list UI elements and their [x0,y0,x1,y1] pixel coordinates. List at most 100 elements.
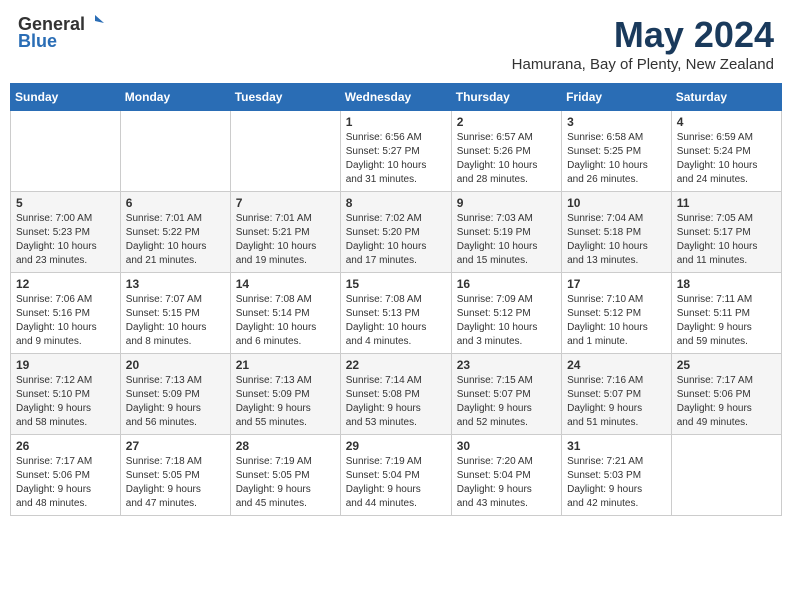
column-header-tuesday: Tuesday [230,84,340,111]
day-info: Sunrise: 7:19 AM Sunset: 5:04 PM Dayligh… [346,455,446,511]
day-number: 26 [16,439,115,453]
day-number: 24 [567,358,666,372]
day-info: Sunrise: 7:17 AM Sunset: 5:06 PM Dayligh… [16,455,115,511]
month-title: May 2024 [512,14,774,56]
day-info: Sunrise: 7:06 AM Sunset: 5:16 PM Dayligh… [16,293,115,349]
calendar-cell: 2Sunrise: 6:57 AM Sunset: 5:26 PM Daylig… [451,111,561,192]
day-info: Sunrise: 6:56 AM Sunset: 5:27 PM Dayligh… [346,131,446,187]
day-info: Sunrise: 7:04 AM Sunset: 5:18 PM Dayligh… [567,212,666,268]
calendar-cell: 13 Sunrise: 7:07 AM Sunset: 5:15 PM Dayli… [120,273,230,354]
day-number: 13 [126,277,225,291]
day-info: Sunrise: 7:14 AM Sunset: 5:08 PM Dayligh… [346,374,446,430]
day-number: 25 [677,358,776,372]
day-number: 21 [236,358,335,372]
calendar-cell: 29 Sunrise: 7:19 AM Sunset: 5:04 PM Dayli… [340,435,451,516]
day-info: Sunrise: 7:05 AM Sunset: 5:17 PM Dayligh… [677,212,776,268]
day-number: 4 [677,115,776,129]
day-number: 31 [567,439,666,453]
column-header-monday: Monday [120,84,230,111]
day-info: Sunrise: 7:13 AM Sunset: 5:09 PM Dayligh… [126,374,225,430]
calendar-cell: 8 Sunrise: 7:02 AM Sunset: 5:20 PM Daylig… [340,192,451,273]
day-number: 15 [346,277,446,291]
day-number: 30 [457,439,556,453]
calendar-cell: 17 Sunrise: 7:10 AM Sunset: 5:12 PM Dayli… [562,273,672,354]
calendar-cell: 6 Sunrise: 7:01 AM Sunset: 5:22 PM Daylig… [120,192,230,273]
day-info: Sunrise: 7:20 AM Sunset: 5:04 PM Dayligh… [457,455,556,511]
day-number: 7 [236,196,335,210]
calendar-cell: 20 Sunrise: 7:13 AM Sunset: 5:09 PM Dayli… [120,354,230,435]
calendar-cell: 12 Sunrise: 7:06 AM Sunset: 5:16 PM Dayli… [11,273,121,354]
day-number: 9 [457,196,556,210]
day-number: 27 [126,439,225,453]
location-text: Hamurana, Bay of Plenty, New Zealand [512,56,774,73]
day-info: Sunrise: 7:01 AM Sunset: 5:22 PM Dayligh… [126,212,225,268]
calendar-cell: 28Sunrise: 7:19 AM Sunset: 5:05 PM Dayli… [230,435,340,516]
calendar-cell: 9 Sunrise: 7:03 AM Sunset: 5:19 PM Daylig… [451,192,561,273]
day-info: Sunrise: 7:13 AM Sunset: 5:09 PM Dayligh… [236,374,335,430]
day-number: 29 [346,439,446,453]
day-info: Sunrise: 7:10 AM Sunset: 5:12 PM Dayligh… [567,293,666,349]
day-info: Sunrise: 6:59 AM Sunset: 5:24 PM Dayligh… [677,131,776,187]
day-number: 18 [677,277,776,291]
day-number: 10 [567,196,666,210]
day-info: Sunrise: 7:07 AM Sunset: 5:15 PM Dayligh… [126,293,225,349]
day-info: Sunrise: 7:15 AM Sunset: 5:07 PM Dayligh… [457,374,556,430]
calendar-cell: 7 Sunrise: 7:01 AM Sunset: 5:21 PM Daylig… [230,192,340,273]
calendar-cell: 1Sunrise: 6:56 AM Sunset: 5:27 PM Daylig… [340,111,451,192]
column-header-wednesday: Wednesday [340,84,451,111]
calendar-cell [11,111,121,192]
day-number: 23 [457,358,556,372]
day-info: Sunrise: 6:58 AM Sunset: 5:25 PM Dayligh… [567,131,666,187]
calendar-cell: 24 Sunrise: 7:16 AM Sunset: 5:07 PM Dayli… [562,354,672,435]
calendar-cell: 31 Sunrise: 7:21 AM Sunset: 5:03 PM Dayli… [562,435,672,516]
logo-blue-text: Blue [18,31,57,52]
calendar-week-2: 5Sunrise: 7:00 AM Sunset: 5:23 PM Daylig… [11,192,782,273]
day-info: Sunrise: 7:11 AM Sunset: 5:11 PM Dayligh… [677,293,776,349]
day-info: Sunrise: 7:00 AM Sunset: 5:23 PM Dayligh… [16,212,115,268]
calendar-table: SundayMondayTuesdayWednesdayThursdayFrid… [10,83,782,516]
calendar-cell: 27 Sunrise: 7:18 AM Sunset: 5:05 PM Dayli… [120,435,230,516]
page-header: General Blue May 2024 Hamurana, Bay of P… [10,10,782,77]
calendar-week-1: 1Sunrise: 6:56 AM Sunset: 5:27 PM Daylig… [11,111,782,192]
calendar-cell: 14Sunrise: 7:08 AM Sunset: 5:14 PM Dayli… [230,273,340,354]
calendar-cell: 22Sunrise: 7:14 AM Sunset: 5:08 PM Dayli… [340,354,451,435]
day-info: Sunrise: 7:18 AM Sunset: 5:05 PM Dayligh… [126,455,225,511]
column-header-sunday: Sunday [11,84,121,111]
calendar-cell: 5Sunrise: 7:00 AM Sunset: 5:23 PM Daylig… [11,192,121,273]
day-info: Sunrise: 7:16 AM Sunset: 5:07 PM Dayligh… [567,374,666,430]
logo: General Blue [18,14,104,52]
day-number: 19 [16,358,115,372]
day-number: 17 [567,277,666,291]
day-number: 8 [346,196,446,210]
calendar-cell: 30 Sunrise: 7:20 AM Sunset: 5:04 PM Dayli… [451,435,561,516]
day-number: 2 [457,115,556,129]
calendar-week-4: 19 Sunrise: 7:12 AM Sunset: 5:10 PM Dayli… [11,354,782,435]
calendar-cell: 21 Sunrise: 7:13 AM Sunset: 5:09 PM Dayli… [230,354,340,435]
day-number: 11 [677,196,776,210]
day-number: 14 [236,277,335,291]
day-info: Sunrise: 7:21 AM Sunset: 5:03 PM Dayligh… [567,455,666,511]
day-info: Sunrise: 7:17 AM Sunset: 5:06 PM Dayligh… [677,374,776,430]
calendar-cell: 11 Sunrise: 7:05 AM Sunset: 5:17 PM Dayli… [671,192,781,273]
day-number: 12 [16,277,115,291]
calendar-cell [120,111,230,192]
day-number: 3 [567,115,666,129]
calendar-cell: 3 Sunrise: 6:58 AM Sunset: 5:25 PM Daylig… [562,111,672,192]
day-info: Sunrise: 7:03 AM Sunset: 5:19 PM Dayligh… [457,212,556,268]
day-info: Sunrise: 7:12 AM Sunset: 5:10 PM Dayligh… [16,374,115,430]
day-info: Sunrise: 7:02 AM Sunset: 5:20 PM Dayligh… [346,212,446,268]
calendar-cell [671,435,781,516]
day-info: Sunrise: 7:01 AM Sunset: 5:21 PM Dayligh… [236,212,335,268]
calendar-week-5: 26 Sunrise: 7:17 AM Sunset: 5:06 PM Dayli… [11,435,782,516]
logo-bird-icon [86,13,104,31]
calendar-cell: 4 Sunrise: 6:59 AM Sunset: 5:24 PM Daylig… [671,111,781,192]
day-info: Sunrise: 7:09 AM Sunset: 5:12 PM Dayligh… [457,293,556,349]
day-number: 16 [457,277,556,291]
column-header-saturday: Saturday [671,84,781,111]
column-header-friday: Friday [562,84,672,111]
day-number: 6 [126,196,225,210]
day-number: 20 [126,358,225,372]
calendar-cell: 16 Sunrise: 7:09 AM Sunset: 5:12 PM Dayli… [451,273,561,354]
calendar-cell [230,111,340,192]
calendar-cell: 25 Sunrise: 7:17 AM Sunset: 5:06 PM Dayli… [671,354,781,435]
